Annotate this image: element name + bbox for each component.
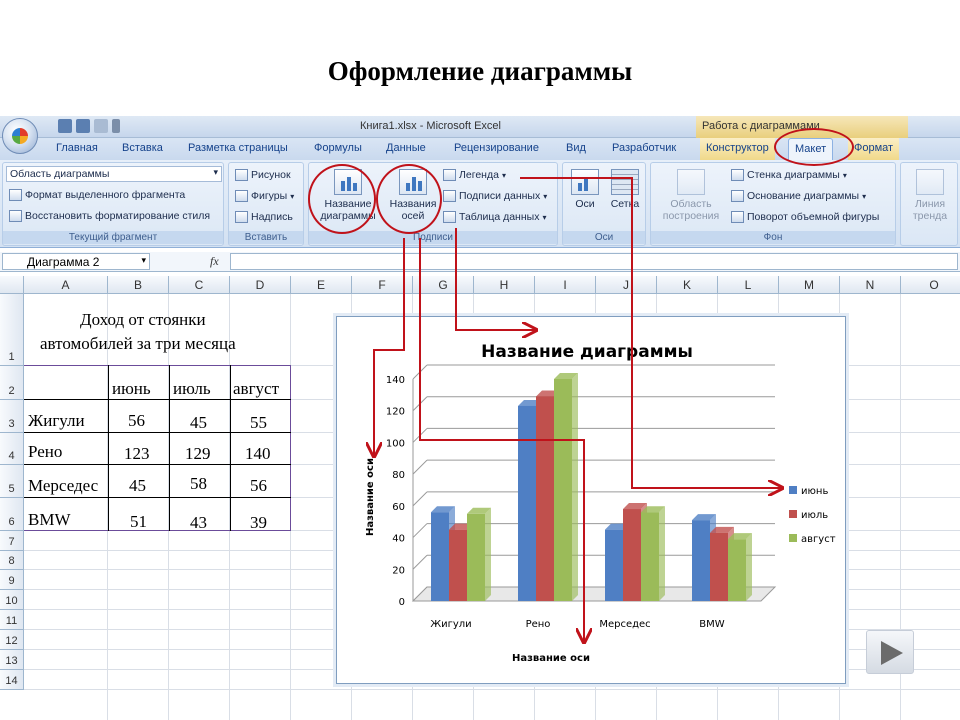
- office-button[interactable]: [2, 118, 38, 154]
- arrow-to-x-axis-title: [419, 238, 584, 642]
- annotation-arrows: [0, 177, 960, 720]
- excel-window: Книга1.xlsx - Microsoft Excel Работа с д…: [0, 116, 960, 720]
- office-logo-icon: [12, 128, 28, 144]
- arrow-to-y-axis-title: [374, 238, 405, 456]
- next-slide-button[interactable]: [866, 630, 914, 674]
- play-icon: [881, 641, 903, 665]
- arrow-to-chart-title: [455, 228, 536, 330]
- slide-title: Оформление диаграммы: [327, 56, 633, 86]
- arrow-to-legend: [520, 177, 782, 488]
